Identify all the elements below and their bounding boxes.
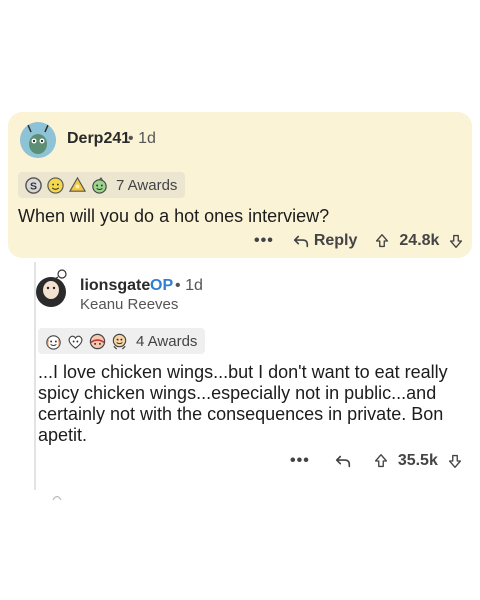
hugz-icon (88, 332, 107, 351)
avatar[interactable] (32, 268, 70, 308)
age-text: 1d (185, 277, 203, 294)
downvote-icon[interactable] (447, 232, 465, 250)
heart-eyes-icon (66, 332, 85, 351)
more-options-button[interactable]: ••• (254, 232, 274, 250)
awards-count: 7 Awards (116, 176, 178, 194)
comment-body: When will you do a hot ones interview? (18, 206, 330, 226)
age-text: 1d (138, 130, 156, 147)
upvote-icon[interactable] (373, 232, 391, 250)
separator-dot: • (128, 130, 134, 147)
comment-age: • 1d (128, 130, 156, 148)
comment-actions: ••• Reply 24.8k (254, 232, 465, 250)
next-comment-avatar-stub (47, 488, 67, 501)
user-flair: Keanu Reeves (80, 296, 179, 313)
comment-age: • 1d (175, 277, 203, 295)
reply-button[interactable]: Reply (292, 232, 358, 250)
reply-label: Reply (313, 232, 358, 249)
vote-score: 24.8k (399, 232, 440, 249)
gold-award-icon (68, 176, 87, 195)
separator-dot: • (175, 277, 181, 294)
username[interactable]: Derp241 (67, 130, 130, 148)
upvote-icon[interactable] (372, 452, 390, 470)
reply-icon (292, 232, 310, 250)
bravo-icon (110, 332, 129, 351)
comment-highlighted: Derp241 • 1d S 7 Awards When will you do… (8, 112, 472, 258)
vote-score: 35.5k (397, 452, 438, 469)
wholesome-icon (90, 176, 109, 195)
more-options-button[interactable]: ••• (290, 452, 310, 470)
comment-reply: lionsgate OP • 1d Keanu Reeves 4 Awards … (0, 262, 480, 492)
reply-icon[interactable] (334, 452, 352, 470)
helpful-icon (46, 176, 65, 195)
avatar[interactable] (20, 122, 56, 158)
awards-row[interactable]: 4 Awards (38, 328, 206, 354)
op-badge: OP (150, 277, 174, 294)
silver-icon: S (24, 176, 43, 195)
awards-count: 4 Awards (136, 332, 198, 350)
awards-row[interactable]: S 7 Awards (18, 172, 186, 198)
comment-actions: ••• 35.5k (290, 452, 464, 470)
wholesome-icon (44, 332, 63, 351)
svg-text:S: S (30, 181, 37, 192)
downvote-icon[interactable] (446, 452, 464, 470)
username[interactable]: lionsgate (80, 277, 150, 295)
comment-body: ...I love chicken wings...but I don't wa… (38, 362, 448, 445)
